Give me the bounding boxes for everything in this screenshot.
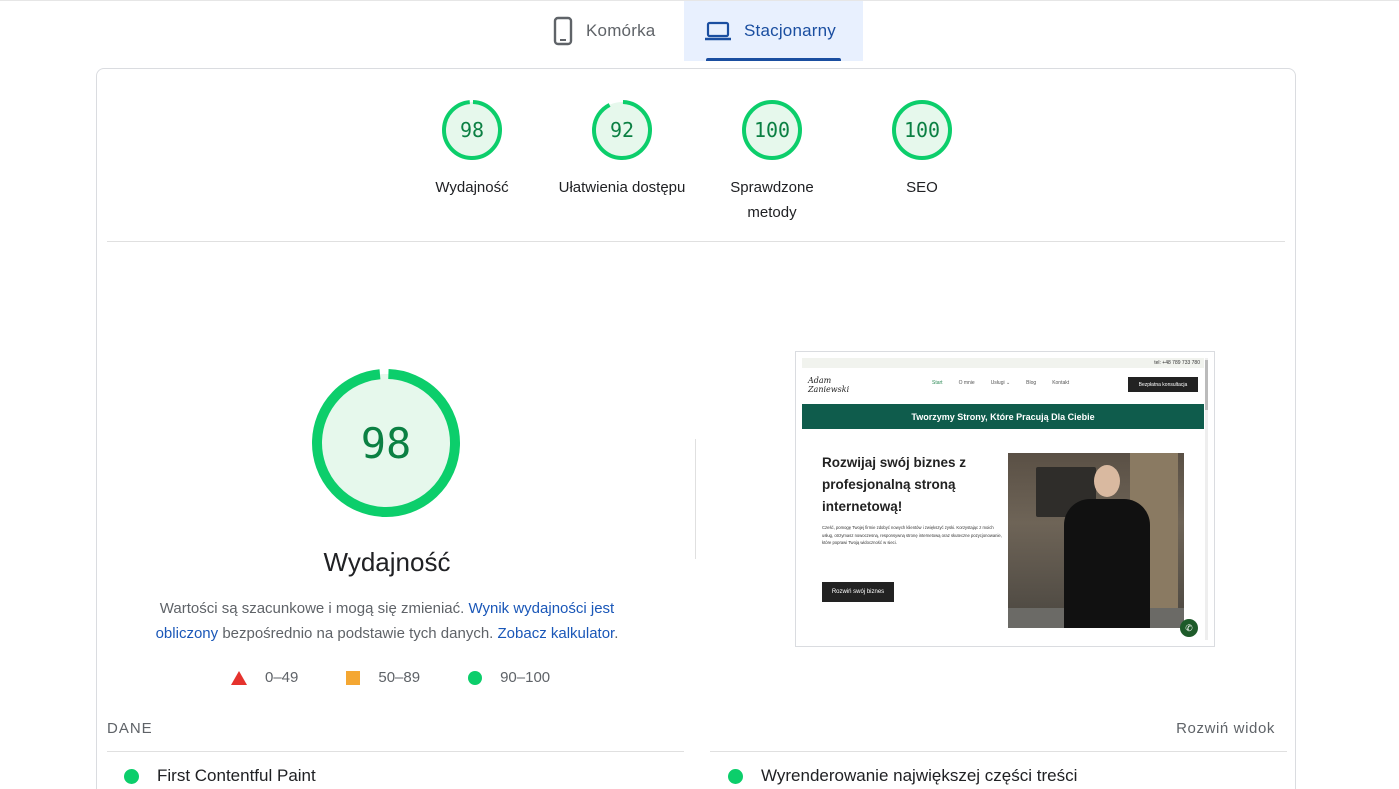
score-legend: 0–49 50–89 90–100 xyxy=(231,669,550,686)
legend-average: 50–89 xyxy=(346,669,420,686)
tab-mobile-label: Komórka xyxy=(586,21,656,40)
gauge-score: 92 xyxy=(609,118,635,142)
preview-nav-item: Kontakt xyxy=(1052,380,1070,386)
tab-mobile[interactable]: Komórka xyxy=(534,1,684,61)
report-card: 98 Wydajność 92 Ułatwienia dostępu 100 S… xyxy=(96,68,1296,789)
expand-view-button[interactable]: Rozwiń widok xyxy=(1176,720,1275,737)
gauge-seo[interactable]: 100 SEO xyxy=(852,99,992,200)
desc-text: . xyxy=(614,625,619,642)
legend-range: 0–49 xyxy=(265,669,299,686)
green-circle-icon xyxy=(124,768,139,784)
vertical-divider xyxy=(695,439,696,559)
preview-text: Cześć, pomogę Twojej firmie zdobyć nowyc… xyxy=(822,525,1002,545)
preview-logo: Adam Zaniewski xyxy=(808,376,850,394)
performance-gauge-large: 98 xyxy=(310,367,462,519)
calculator-link[interactable]: Zobacz kalkulator xyxy=(498,625,615,642)
gauges-divider xyxy=(107,241,1285,242)
preview-nav-item: O mnie xyxy=(958,380,975,386)
metrics-divider-left xyxy=(107,751,684,752)
performance-score: 98 xyxy=(360,418,412,468)
gauge-performance[interactable]: 98 Wydajność xyxy=(402,99,542,200)
preview-phone-icon: ✆ xyxy=(1180,619,1198,637)
preview-nav-item: Blog xyxy=(1026,380,1037,386)
metric-lcp: Wyrenderowanie największej części treści xyxy=(728,766,1077,786)
preview-button: Rozwiń swój biznes xyxy=(822,582,894,602)
orange-square-icon xyxy=(346,670,361,685)
metric-label: First Contentful Paint xyxy=(157,766,316,785)
legend-pass: 90–100 xyxy=(468,669,550,686)
legend-range: 50–89 xyxy=(378,669,421,686)
gauge-accessibility[interactable]: 92 Ułatwienia dostępu xyxy=(552,99,692,200)
desc-text: bezpośrednio na podstawie tych danych. xyxy=(222,625,494,642)
metric-label: Wyrenderowanie największej części treści xyxy=(761,766,1078,785)
legend-fail: 0–49 xyxy=(231,669,298,686)
performance-title: Wydajność xyxy=(323,547,451,577)
gauge-label: Wydajność xyxy=(435,179,509,196)
laptop-icon xyxy=(704,20,732,42)
metrics-divider-right xyxy=(710,751,1287,752)
tab-desktop-label: Stacjonarny xyxy=(744,21,836,40)
gauge-label: Ułatwienia dostępu xyxy=(558,179,686,196)
green-circle-icon xyxy=(468,670,483,685)
gauge-best-practices[interactable]: 100 Sprawdzone metody xyxy=(702,99,842,225)
preview-nav-links: Start O mnie Usługi ⌄ Blog Kontakt xyxy=(932,380,1069,386)
green-circle-icon xyxy=(728,768,743,784)
gauge-label: SEO xyxy=(906,179,938,196)
gauge-score: 100 xyxy=(903,118,941,142)
gauge-ring: 100 xyxy=(741,99,803,161)
preview-scrollbar xyxy=(1205,358,1208,640)
tab-desktop[interactable]: Stacjonarny xyxy=(684,1,863,61)
gauge-score: 98 xyxy=(459,118,485,142)
gauge-score: 100 xyxy=(753,118,791,142)
desc-text: Wartości są szacunkowe i mogą się zmieni… xyxy=(159,600,465,617)
phone-icon xyxy=(552,16,574,46)
metric-fcp: First Contentful Paint xyxy=(124,766,316,786)
preview-nav-item: Start xyxy=(932,380,943,386)
device-tabs: Komórka Stacjonarny xyxy=(534,1,863,61)
gauge-ring: 100 xyxy=(891,99,953,161)
data-section-title: DANE xyxy=(107,720,153,737)
preview-banner: Tworzymy Strony, Które Pracują Dla Ciebi… xyxy=(802,404,1204,429)
category-gauges: 98 Wydajność 92 Ułatwienia dostępu 100 S… xyxy=(97,99,1295,249)
preview-heading: Rozwijaj swój biznes z profesjonalną str… xyxy=(822,455,967,514)
preview-topbar: tel: +48 789 733 780 xyxy=(802,358,1204,368)
legend-range: 90–100 xyxy=(500,669,551,686)
page-screenshot-preview: tel: +48 789 733 780 Adam Zaniewski Star… xyxy=(795,351,1215,647)
performance-description: Wartości są szacunkowe i mogą się zmieni… xyxy=(137,596,637,646)
gauge-label: Sprawdzone metody xyxy=(730,179,814,221)
preview-photo xyxy=(1008,453,1184,628)
preview-nav-item: Usługi ⌄ xyxy=(990,380,1011,386)
gauge-ring: 92 xyxy=(591,99,653,161)
gauge-ring: 98 xyxy=(441,99,503,161)
preview-cta-button: Bezpłatna konsultacja xyxy=(1128,377,1198,392)
preview-nav: Adam Zaniewski Start O mnie Usługi ⌄ Blo… xyxy=(802,370,1204,402)
red-triangle-icon xyxy=(231,670,247,685)
